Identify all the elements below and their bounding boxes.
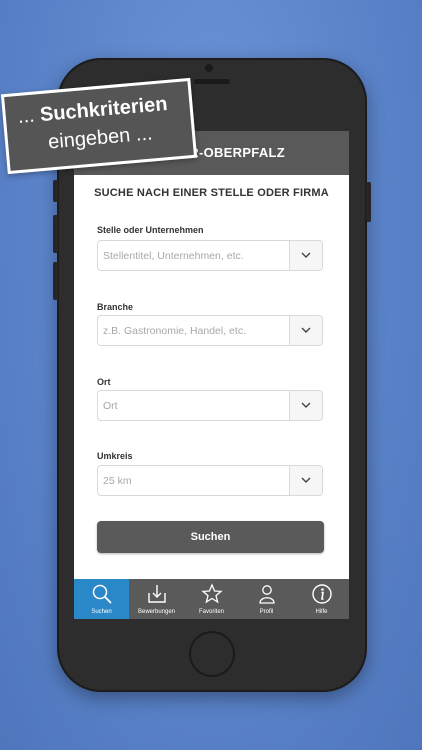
download-icon xyxy=(148,585,166,603)
position-company-field[interactable]: Stellentitel, Unternehmen, etc. xyxy=(97,240,323,271)
chevron-down-icon xyxy=(301,477,311,483)
tab-favoriten[interactable]: Favoriten xyxy=(184,579,239,619)
tab-label-profil: Profil xyxy=(259,609,274,615)
phone-speaker xyxy=(194,79,230,84)
location-dropdown[interactable] xyxy=(289,391,322,420)
tab-hilfe[interactable]: Hilfe xyxy=(294,579,349,619)
chevron-down-icon xyxy=(301,327,311,333)
phone-volume-down xyxy=(53,262,58,300)
user-icon xyxy=(259,585,275,604)
tab-label-favoriten: Favoriten xyxy=(198,609,224,615)
promo-line-1-prefix: ... xyxy=(16,104,42,128)
position-company-placeholder: Stellentitel, Unternehmen, etc. xyxy=(103,250,244,262)
form-title: SUCHE NACH EINER STELLE ODER FIRMA xyxy=(94,187,329,199)
phone-mute-switch xyxy=(53,180,58,202)
tab-bewerbungen[interactable]: Bewerbungen xyxy=(129,579,184,619)
radius-dropdown[interactable] xyxy=(289,466,322,495)
industry-placeholder: z.B. Gastronomie, Handel, etc. xyxy=(103,325,246,337)
promo-line-2: eingeben ... xyxy=(47,122,154,154)
radius-select[interactable]: 25 km xyxy=(97,465,323,496)
industry-dropdown[interactable] xyxy=(289,316,322,345)
chevron-down-icon xyxy=(301,252,311,258)
tab-label-hilfe: Hilfe xyxy=(315,609,328,615)
phone-camera xyxy=(205,64,213,72)
tab-suchen[interactable]: Suchen xyxy=(74,579,129,619)
app-screen: R-OBERPFALZ SUCHE NACH EINER STELLE ODER… xyxy=(74,131,349,619)
field-label-location: Ort xyxy=(97,377,111,387)
position-company-dropdown[interactable] xyxy=(289,241,322,270)
info-icon xyxy=(312,584,332,604)
tab-profil[interactable]: Profil xyxy=(239,579,294,619)
field-label-radius: Umkreis xyxy=(97,451,133,461)
location-placeholder: Ort xyxy=(103,400,118,412)
promo-banner: ... Suchkriterien eingeben ... xyxy=(0,77,198,175)
tab-label-suchen: Suchen xyxy=(91,609,112,615)
location-field[interactable]: Ort xyxy=(97,390,323,421)
radius-value: 25 km xyxy=(103,475,132,487)
promo-line-1-bold: Suchkriterien xyxy=(39,92,169,127)
phone-volume-up xyxy=(53,215,58,253)
tab-label-bewerbungen: Bewerbungen xyxy=(137,609,176,615)
search-button[interactable]: Suchen xyxy=(97,521,324,553)
tab-bar: Suchen Bewerbungen Favoriten Profil Hilf… xyxy=(74,579,349,619)
field-label-position: Stelle oder Unternehmen xyxy=(97,225,204,235)
star-icon xyxy=(201,583,223,604)
chevron-down-icon xyxy=(301,402,311,408)
phone-power-button xyxy=(366,182,371,222)
field-label-industry: Branche xyxy=(97,302,134,312)
app-header-title: R-OBERPFALZ xyxy=(189,145,285,160)
phone-home-button[interactable] xyxy=(189,631,235,677)
search-icon xyxy=(92,584,112,604)
industry-field[interactable]: z.B. Gastronomie, Handel, etc. xyxy=(97,315,323,346)
